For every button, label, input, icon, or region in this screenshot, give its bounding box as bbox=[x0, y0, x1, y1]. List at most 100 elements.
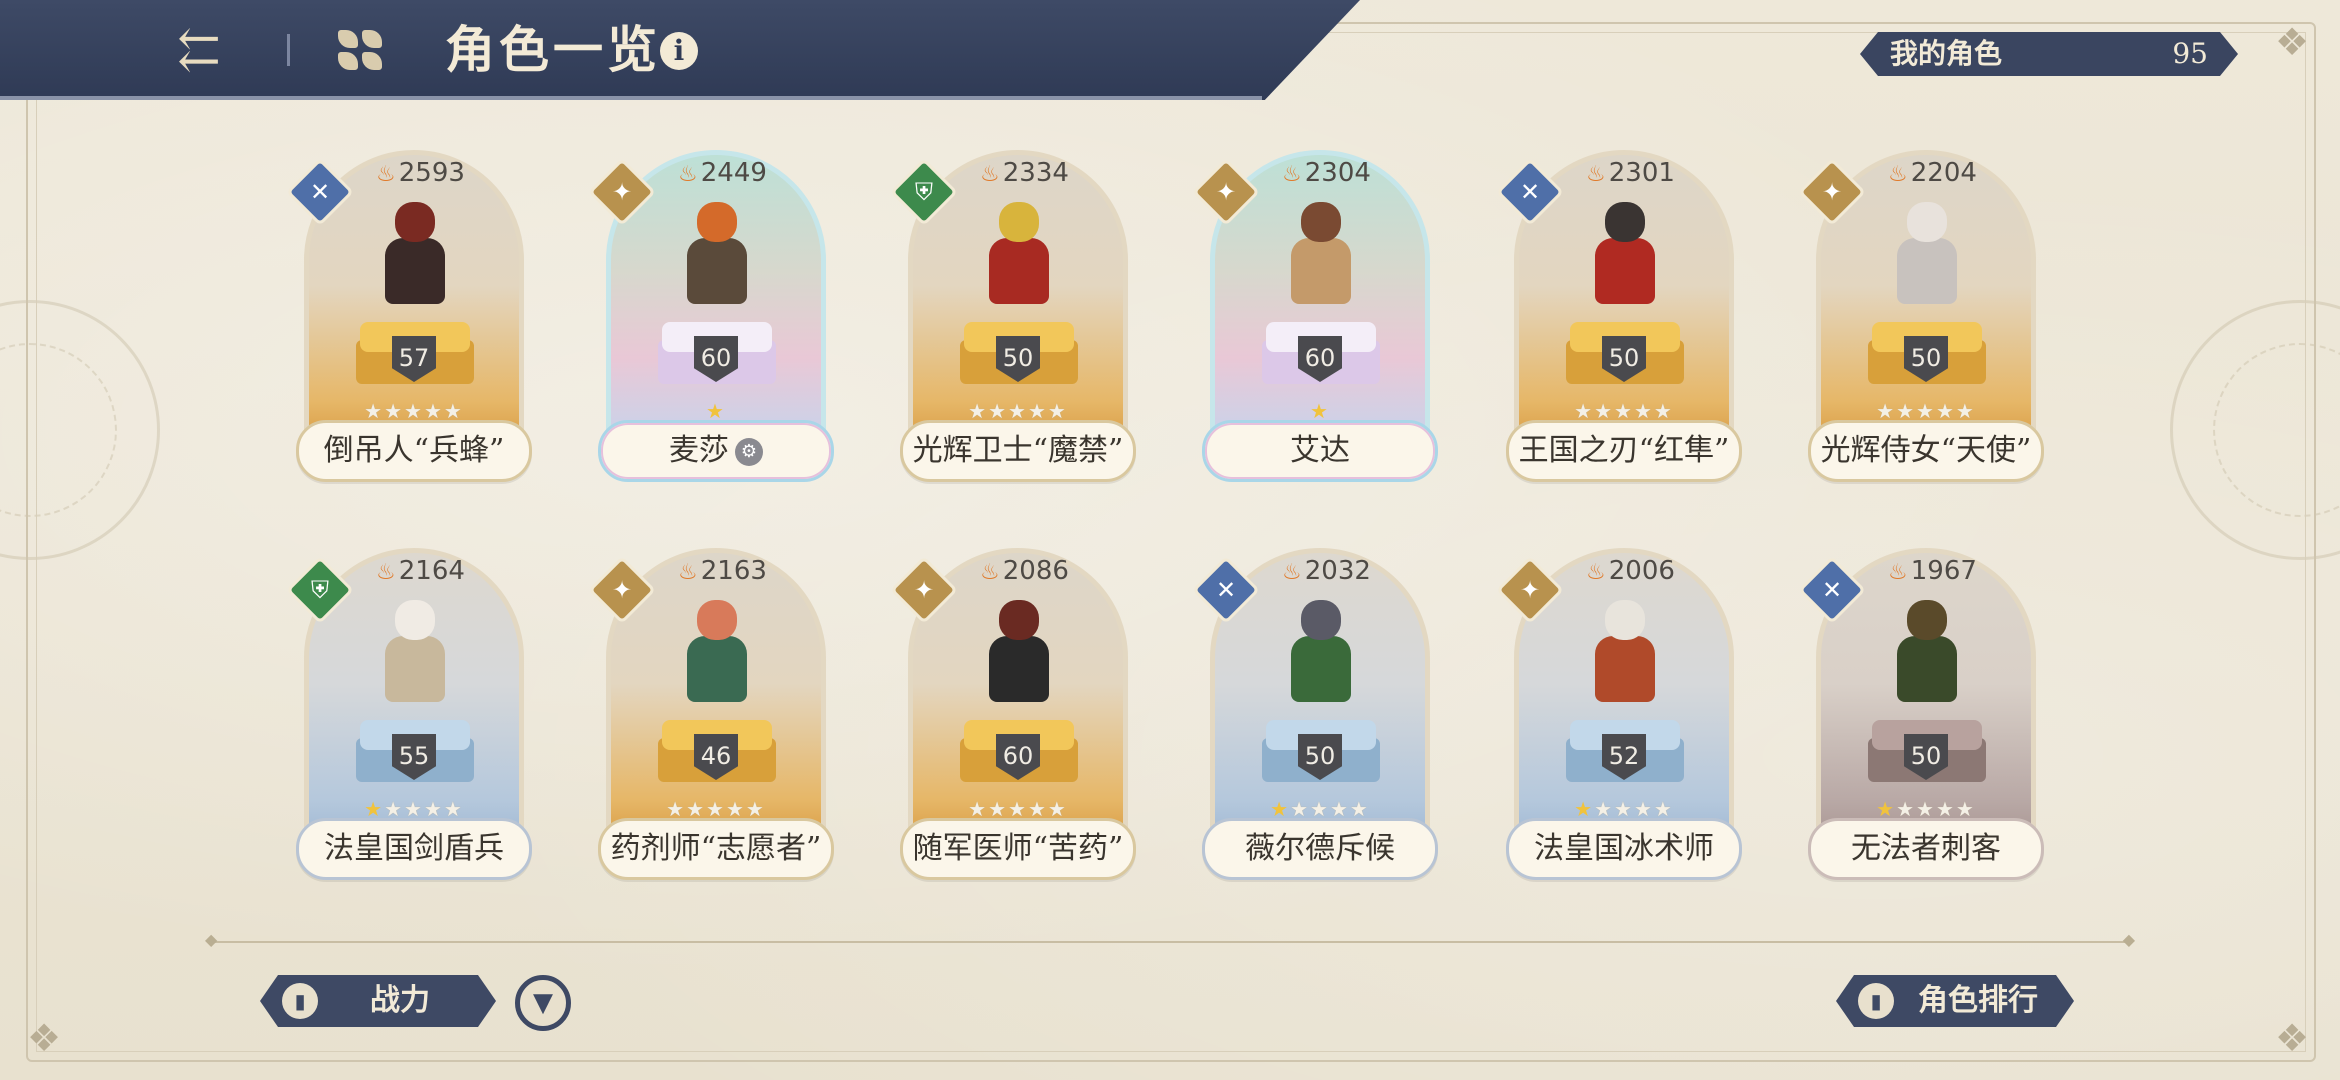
character-card[interactable]: ✦ ♨ 2163 46 ★★★★★ 药剂师“志愿者” bbox=[588, 548, 834, 880]
character-sprite bbox=[359, 592, 469, 712]
character-card[interactable]: ✕ ♨ 1967 50 ★★★★★ 无法者刺客 bbox=[1798, 548, 2044, 880]
flame-icon: ♨ bbox=[980, 560, 1000, 585]
character-name: 法皇国剑盾兵 bbox=[296, 818, 532, 880]
star-rating: ★★★★★ bbox=[296, 400, 532, 422]
character-name: 法皇国冰术师 bbox=[1506, 818, 1742, 880]
power-value: ♨ 2006 bbox=[1586, 556, 1675, 588]
footer-divider bbox=[205, 930, 2135, 949]
grid-menu-button[interactable] bbox=[338, 30, 382, 70]
character-name: 艾达 bbox=[1202, 420, 1438, 482]
flame-icon: ♨ bbox=[980, 162, 1000, 187]
power-value: ♨ 2301 bbox=[1586, 158, 1675, 190]
back-button[interactable]: ⇇ bbox=[165, 22, 233, 78]
flame-icon: ♨ bbox=[1888, 560, 1908, 585]
ranking-icon: ▮ bbox=[1858, 983, 1894, 1019]
character-card[interactable]: ✕ ♨ 2301 50 ★★★★★ 王国之刃“红隼” bbox=[1496, 150, 1742, 482]
character-sprite bbox=[1871, 592, 1981, 712]
power-value: ♨ 2204 bbox=[1888, 158, 1977, 190]
power-number: 2006 bbox=[1608, 556, 1675, 586]
character-name: 薇尔德斥候 bbox=[1202, 818, 1438, 880]
power-number: 1967 bbox=[1910, 556, 1977, 586]
power-number: 2301 bbox=[1608, 158, 1675, 188]
filter-funnel-icon: ▼ bbox=[533, 988, 553, 1018]
character-name: 无法者刺客 bbox=[1808, 818, 2044, 880]
character-name: 随军医师“苦药” bbox=[900, 818, 1136, 880]
power-number: 2304 bbox=[1304, 158, 1371, 188]
bar-chart-icon: ▮ bbox=[282, 983, 318, 1019]
character-ranking-label: 角色排行 bbox=[1918, 983, 2038, 1018]
star-rating: ★★★★★ bbox=[1506, 798, 1742, 820]
grid-menu-icon bbox=[338, 30, 358, 48]
character-card[interactable]: ⛨ ♨ 2164 55 ★★★★★ 法皇国剑盾兵 bbox=[286, 548, 532, 880]
character-sprite bbox=[1265, 592, 1375, 712]
info-icon[interactable]: i bbox=[660, 32, 698, 70]
power-value: ♨ 2032 bbox=[1282, 556, 1371, 588]
character-name: 王国之刃“红隼” bbox=[1506, 420, 1742, 482]
header-edge bbox=[0, 96, 1262, 100]
character-card[interactable]: ✦ ♨ 2086 60 ★★★★★ 随军医师“苦药” bbox=[890, 548, 1136, 880]
star-rating: ★ bbox=[1202, 400, 1438, 422]
star-rating: ★★★★★ bbox=[1506, 400, 1742, 422]
character-card[interactable]: ✦ ♨ 2304 60 ★ 艾达 bbox=[1192, 150, 1438, 482]
star-rating: ★★★★★ bbox=[1202, 798, 1438, 820]
character-sprite bbox=[1569, 592, 1679, 712]
character-sprite bbox=[963, 592, 1073, 712]
character-card[interactable]: ✕ ♨ 2032 50 ★★★★★ 薇尔德斥候 bbox=[1192, 548, 1438, 880]
my-characters-label: 我的角色 bbox=[1890, 37, 2003, 70]
character-card[interactable]: ✕ ♨ 2593 57 ★★★★★ 倒吊人“兵蜂” bbox=[286, 150, 532, 482]
power-value: ♨ 2163 bbox=[678, 556, 767, 588]
character-sprite bbox=[1265, 194, 1375, 314]
power-number: 2204 bbox=[1910, 158, 1977, 188]
power-number: 2593 bbox=[398, 158, 465, 188]
character-sprite bbox=[1871, 194, 1981, 314]
character-name: 光辉侍女“天使” bbox=[1808, 420, 2044, 482]
star-rating: ★★★★★ bbox=[1808, 798, 2044, 820]
power-value: ♨ 2164 bbox=[376, 556, 465, 588]
power-value: ♨ 2449 bbox=[678, 158, 767, 190]
my-characters-count: 95 bbox=[2172, 37, 2208, 70]
character-name: 药剂师“志愿者” bbox=[598, 818, 834, 880]
back-arrow-icon: ⇇ bbox=[177, 20, 221, 80]
character-card[interactable]: ✦ ♨ 2449 60 ★ 麦莎 ⚙ bbox=[588, 150, 834, 482]
power-number: 2086 bbox=[1002, 556, 1069, 586]
filter-button[interactable]: ▼ bbox=[515, 975, 571, 1031]
power-number: 2449 bbox=[700, 158, 767, 188]
flame-icon: ♨ bbox=[1888, 162, 1908, 187]
star-rating: ★ bbox=[598, 400, 834, 422]
character-card[interactable]: ✦ ♨ 2006 52 ★★★★★ 法皇国冰术师 bbox=[1496, 548, 1742, 880]
star-rating: ★★★★★ bbox=[900, 798, 1136, 820]
character-sprite bbox=[1569, 194, 1679, 314]
character-name: 倒吊人“兵蜂” bbox=[296, 420, 532, 482]
flame-icon: ♨ bbox=[678, 162, 698, 187]
header-separator bbox=[287, 34, 290, 66]
power-number: 2334 bbox=[1002, 158, 1069, 188]
character-card[interactable]: ✦ ♨ 2204 50 ★★★★★ 光辉侍女“天使” bbox=[1798, 150, 2044, 482]
power-number: 2163 bbox=[700, 556, 767, 586]
flame-icon: ♨ bbox=[1586, 162, 1606, 187]
page-title: 角色一览 bbox=[445, 20, 661, 79]
sort-power-label: 战力 bbox=[370, 983, 430, 1018]
character-sprite bbox=[963, 194, 1073, 314]
power-value: ♨ 2593 bbox=[376, 158, 465, 190]
character-sprite bbox=[661, 592, 771, 712]
character-card[interactable]: ⛨ ♨ 2334 50 ★★★★★ 光辉卫士“魔禁” bbox=[890, 150, 1136, 482]
corner-ornament-icon: ❖ bbox=[26, 1016, 62, 1060]
character-name: 光辉卫士“魔禁” bbox=[900, 420, 1136, 482]
character-ranking-button[interactable]: ▮ 角色排行 bbox=[1836, 975, 2074, 1027]
flame-icon: ♨ bbox=[376, 560, 396, 585]
star-rating: ★★★★★ bbox=[598, 798, 834, 820]
flame-icon: ♨ bbox=[376, 162, 396, 187]
sort-power-button[interactable]: ▮ 战力 bbox=[260, 975, 496, 1027]
power-value: ♨ 2304 bbox=[1282, 158, 1371, 190]
flame-icon: ♨ bbox=[1282, 162, 1302, 187]
flame-icon: ♨ bbox=[1586, 560, 1606, 585]
star-rating: ★★★★★ bbox=[1808, 400, 2044, 422]
flame-icon: ♨ bbox=[1282, 560, 1302, 585]
character-sprite bbox=[661, 194, 771, 314]
power-number: 2164 bbox=[398, 556, 465, 586]
power-number: 2032 bbox=[1304, 556, 1371, 586]
corner-ornament-icon: ❖ bbox=[2274, 1016, 2310, 1060]
my-characters-counter: 我的角色 95 bbox=[1860, 32, 2238, 76]
star-rating: ★★★★★ bbox=[900, 400, 1136, 422]
gear-badge-icon: ⚙ bbox=[735, 438, 763, 466]
